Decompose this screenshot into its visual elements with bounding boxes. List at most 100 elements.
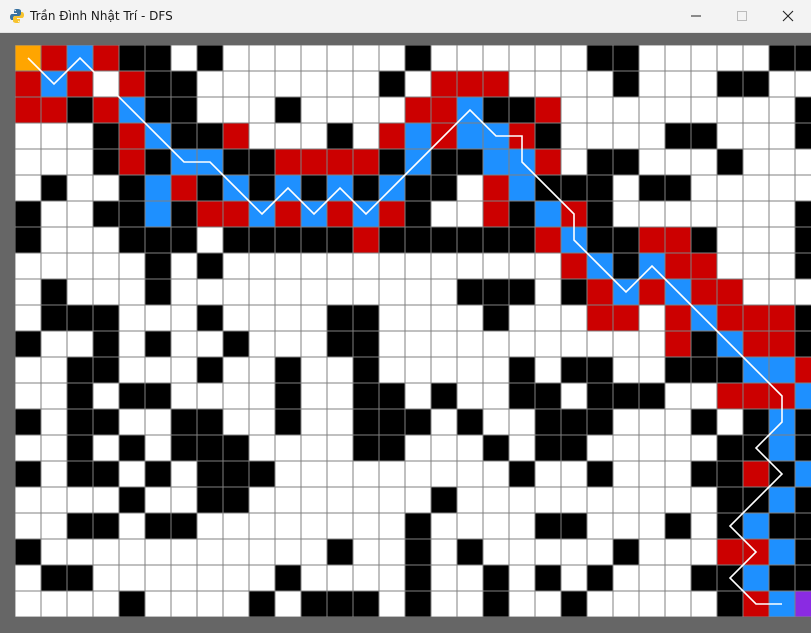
maze-cell-empty <box>92 590 120 617</box>
maze-cell-empty <box>794 148 811 176</box>
maze-cell-wall <box>326 122 354 150</box>
maze-cell-empty <box>378 356 406 384</box>
maze-cell-wall <box>404 512 432 540</box>
maze-cell-wall <box>118 226 146 254</box>
maze-cell-wall <box>144 512 172 540</box>
maze-cell-wall <box>404 408 432 436</box>
maze-cell-wall <box>170 512 198 540</box>
maze-cell-empty <box>560 486 588 514</box>
maze-cell-visited <box>534 226 562 254</box>
maze-cell-empty <box>430 460 458 488</box>
maze-cell-empty <box>248 96 276 124</box>
maze-cell-empty <box>508 538 536 566</box>
maze-cell-empty <box>508 434 536 462</box>
maze-cell-wall <box>144 226 172 254</box>
maze-cell-wall <box>794 200 811 228</box>
maze-cell-empty <box>15 278 42 306</box>
maze-cell-path <box>508 174 536 202</box>
maze-cell-wall <box>92 148 120 176</box>
maze-cell-empty <box>300 45 328 72</box>
close-button[interactable] <box>765 0 811 32</box>
maze-cell-empty <box>170 460 198 488</box>
maze-cell-visited <box>118 148 146 176</box>
maze-cell-wall <box>430 382 458 410</box>
maze-cell-empty <box>196 564 224 592</box>
maze-cell-wall <box>664 356 692 384</box>
maze-cell-visited <box>326 148 354 176</box>
maze-cell-empty <box>664 96 692 124</box>
maze-cell-empty <box>430 512 458 540</box>
maze-cell-empty <box>664 538 692 566</box>
maze-cell-empty <box>118 356 146 384</box>
maze-cell-empty <box>40 408 68 436</box>
maze-cell-path <box>742 512 770 540</box>
maze-cell-wall <box>248 148 276 176</box>
maze-cell-path <box>404 122 432 150</box>
maze-cell-visited <box>352 148 380 176</box>
maze-cell-empty <box>170 330 198 358</box>
maze-cell-empty <box>612 356 640 384</box>
maze-cell-empty <box>482 356 510 384</box>
maze-cell-visited <box>378 122 406 150</box>
maze-cell-empty <box>92 174 120 202</box>
maze-cell-wall <box>534 122 562 150</box>
maze-cell-empty <box>560 460 588 488</box>
maze-cell-wall <box>170 96 198 124</box>
maze-cell-empty <box>612 564 640 592</box>
maze-cell-empty <box>456 434 484 462</box>
maze-cell-wall <box>144 96 172 124</box>
maze-cell-empty <box>274 434 302 462</box>
maze-cell-wall <box>66 564 94 592</box>
maze-cell-wall <box>794 564 811 592</box>
maze-cell-wall <box>612 538 640 566</box>
maze-cell-empty <box>222 512 250 540</box>
maze-cell-empty <box>560 382 588 410</box>
maze-cell-wall <box>66 460 94 488</box>
maze-cell-empty <box>196 96 224 124</box>
maze-cell-empty <box>404 382 432 410</box>
maze-cell-visited <box>794 356 811 384</box>
maze-cell-empty <box>300 408 328 436</box>
maze-cell-wall <box>248 174 276 202</box>
maze-cell-wall <box>196 252 224 280</box>
maze-cell-empty <box>456 382 484 410</box>
maze-cell-wall <box>560 278 588 306</box>
maze-cell-empty <box>430 408 458 436</box>
maze-cell-empty <box>482 512 510 540</box>
maximize-button[interactable] <box>719 0 765 32</box>
maze-cell-visited <box>118 70 146 98</box>
maze-cell-empty <box>456 200 484 228</box>
maze-cell-wall <box>118 486 146 514</box>
maze-cell-empty <box>768 200 796 228</box>
maze-cell-wall <box>560 356 588 384</box>
maze-cell-empty <box>300 70 328 98</box>
maze-cell-visited <box>638 278 666 306</box>
maze-cell-wall <box>560 512 588 540</box>
maze-board[interactable] <box>15 45 811 617</box>
maze-cell-empty <box>586 512 614 540</box>
maze-cell-wall <box>274 408 302 436</box>
maze-cell-wall <box>144 148 172 176</box>
maze-cell-wall <box>586 564 614 592</box>
minimize-button[interactable] <box>673 0 719 32</box>
maze-cell-empty <box>15 122 42 150</box>
maze-cell-empty <box>378 304 406 332</box>
maze-cell-empty <box>300 486 328 514</box>
maze-cell-wall <box>92 304 120 332</box>
maze-cell-empty <box>144 434 172 462</box>
maze-cell-wall <box>352 174 380 202</box>
maze-cell-empty <box>664 590 692 617</box>
maze-cell-wall <box>118 200 146 228</box>
maze-cell-wall <box>274 356 302 384</box>
maze-cell-wall <box>404 226 432 254</box>
maze-cell-empty <box>66 538 94 566</box>
maze-cell-empty <box>40 356 68 384</box>
maze-cell-empty <box>300 564 328 592</box>
maze-cell-empty <box>92 564 120 592</box>
title-bar[interactable]: Trần Đình Nhật Trí - DFS <box>0 0 811 33</box>
maze-cell-wall <box>690 564 718 592</box>
maze-cell-empty <box>560 304 588 332</box>
maze-cell-wall <box>612 252 640 280</box>
maze-cell-empty <box>404 460 432 488</box>
maze-cell-wall <box>404 174 432 202</box>
